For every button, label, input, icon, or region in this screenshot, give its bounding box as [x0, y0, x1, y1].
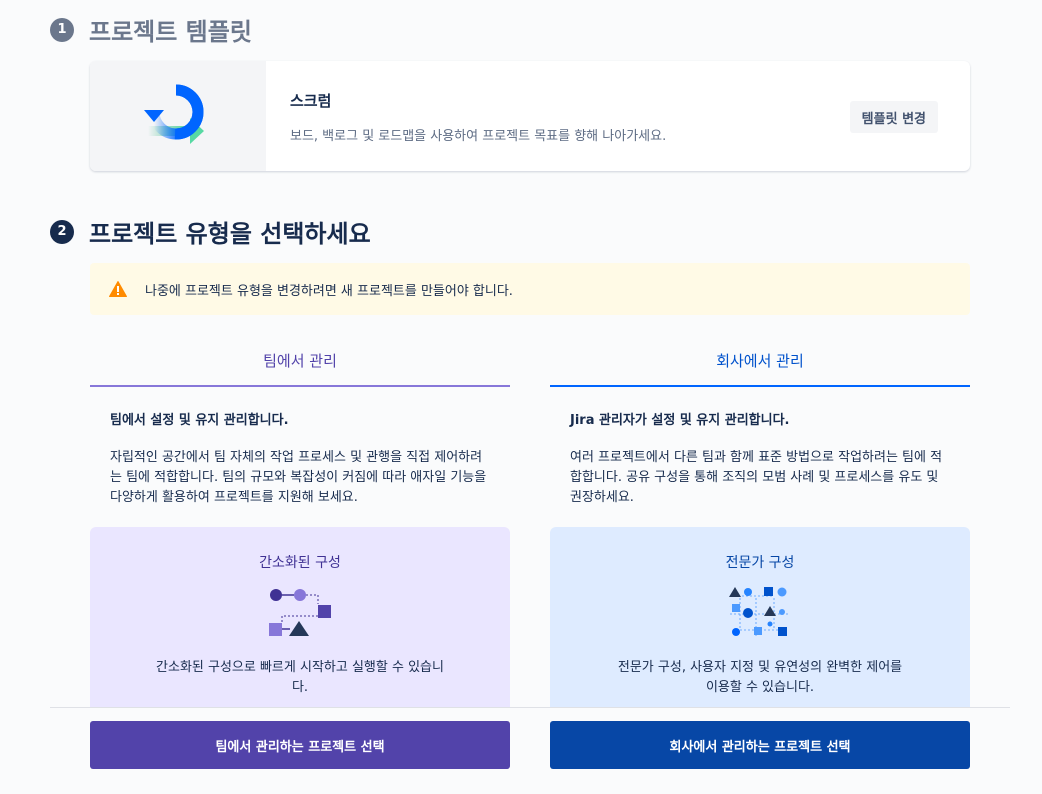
expert-config-icon [729, 587, 788, 636]
scrum-cycle-icon [144, 84, 204, 144]
expert-config-card: 전문가 구성 전문가 구성, 사용자 지정 및 유연성의 완벽한 제어를 이용할… [550, 527, 970, 727]
footer-bar: 팀에서 관리하는 프로젝트 선택 회사에서 관리하는 프로젝트 선택 [0, 707, 1042, 794]
warning-icon [109, 281, 127, 297]
simplified-config-title: 간소화된 구성 [259, 555, 341, 571]
step-2-number: 2 [50, 219, 74, 244]
footer-divider [50, 707, 1010, 708]
step-1-number: 1 [50, 17, 74, 42]
company-managed-description: 여러 프로젝트에서 다른 팀과 함께 표준 방법으로 작업하려는 팀에 적합합니… [570, 450, 943, 505]
warning-banner: 나중에 프로젝트 유형을 변경하려면 새 프로젝트를 만들어야 합니다. [90, 263, 970, 315]
select-team-managed-button[interactable]: 팀에서 관리하는 프로젝트 선택 [90, 721, 510, 769]
team-managed-heading: 팀에서 설정 및 유지 관리합니다. [110, 413, 289, 428]
warning-text: 나중에 프로젝트 유형을 변경하려면 새 프로젝트를 만들어야 합니다. [145, 283, 513, 299]
tab-team-managed[interactable]: 팀에서 관리 [90, 335, 510, 387]
simplified-config-icon [269, 589, 331, 636]
company-managed-heading: Jira 관리자가 설정 및 유지 관리합니다. [570, 413, 790, 428]
step-1-header: 1 프로젝트 템플릿 [50, 12, 252, 47]
template-card: 스크럼 보드, 백로그 및 로드맵을 사용하여 프로젝트 목표를 향해 나아가세… [90, 61, 970, 171]
expert-config-title: 전문가 구성 [725, 555, 795, 571]
step-2-title: 프로젝트 유형을 선택하세요 [89, 220, 371, 248]
team-managed-description: 자립적인 공간에서 팀 자체의 작업 프로세스 및 관행을 직접 제어하려는 팀… [110, 450, 487, 505]
select-company-managed-button[interactable]: 회사에서 관리하는 프로젝트 선택 [550, 721, 970, 769]
template-icon-box [90, 61, 266, 171]
expert-config-description: 전문가 구성, 사용자 지정 및 유연성의 완벽한 제어를 이용할 수 있습니다… [617, 660, 903, 695]
company-managed-column: 회사에서 관리 Jira 관리자가 설정 및 유지 관리합니다. 여러 프로젝트… [550, 335, 970, 727]
simplified-config-description: 간소화된 구성으로 빠르게 시작하고 실행할 수 있습니다. [156, 660, 444, 695]
simplified-config-card: 간소화된 구성 간소화된 구성으로 빠르게 시작하고 실행할 수 있습니다. [90, 527, 510, 727]
step-2-header: 2 프로젝트 유형을 선택하세요 [50, 214, 371, 249]
tab-company-managed[interactable]: 회사에서 관리 [550, 335, 970, 387]
change-template-button[interactable]: 템플릿 변경 [849, 101, 938, 133]
step-1-title: 프로젝트 템플릿 [89, 18, 252, 46]
team-managed-column: 팀에서 관리 팀에서 설정 및 유지 관리합니다. 자립적인 공간에서 팀 자체… [90, 335, 510, 727]
